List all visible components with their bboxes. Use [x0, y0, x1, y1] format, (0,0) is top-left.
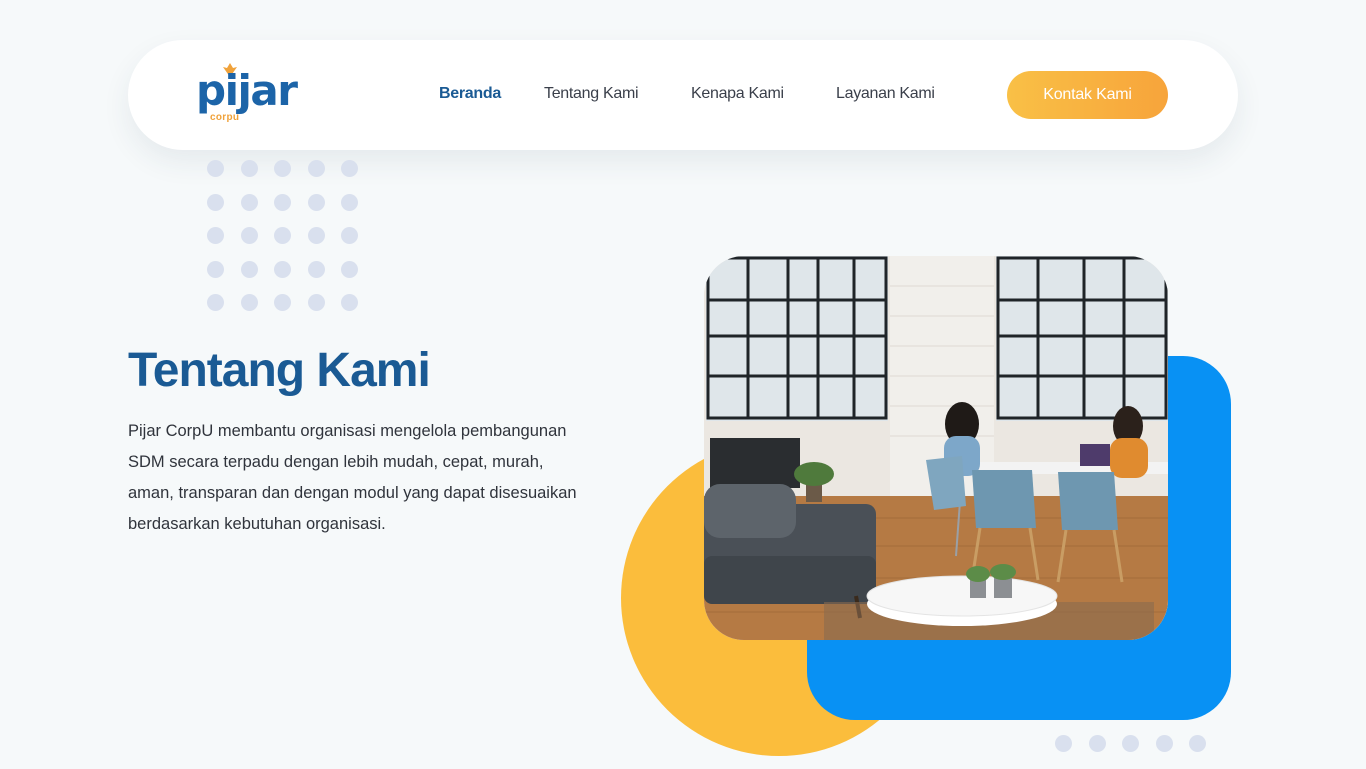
nav-link-tentang-kami[interactable]: Tentang Kami	[544, 85, 639, 103]
decor-dot	[341, 160, 358, 177]
nav-link-beranda[interactable]: Beranda	[439, 85, 501, 103]
decor-dot	[240, 227, 258, 244]
decor-dot	[1122, 735, 1139, 752]
decor-dot	[240, 193, 258, 211]
decor-dot	[307, 160, 325, 177]
decor-dot	[1055, 735, 1072, 752]
nav-link-layanan-kami[interactable]: Layanan Kami	[836, 85, 935, 103]
decor-dot	[207, 227, 224, 244]
decor-dot	[274, 193, 291, 211]
decor-dot	[207, 160, 224, 177]
decor-dot	[274, 227, 291, 244]
dot-row-decoration	[1055, 735, 1207, 753]
decor-dot	[207, 193, 224, 211]
decor-dot	[274, 260, 291, 278]
decor-dot	[341, 193, 358, 211]
decor-dot	[274, 294, 291, 311]
contact-button[interactable]: Kontak Kami	[1007, 71, 1168, 119]
dot-grid-decoration	[207, 160, 359, 312]
decor-dot	[307, 227, 325, 244]
decor-dot	[1088, 735, 1106, 752]
hero-description: Pijar CorpU membantu organisasi mengelol…	[128, 422, 577, 533]
decor-dot	[307, 193, 325, 211]
logo-subtitle: corpu	[210, 112, 240, 123]
decor-dot	[1189, 735, 1206, 752]
decor-dot	[1155, 735, 1173, 752]
decor-dot	[274, 160, 291, 177]
navbar: pijar corpu Beranda Tentang Kami Kenapa …	[128, 40, 1238, 150]
decor-dot	[240, 260, 258, 278]
pijar-logo[interactable]: pijar corpu	[196, 62, 306, 126]
decor-dot	[207, 260, 224, 278]
decor-dot	[240, 294, 258, 311]
decor-dot	[341, 294, 358, 311]
page-title: Tentang Kami	[128, 344, 431, 397]
decor-dot	[240, 160, 258, 177]
decor-dot	[307, 260, 325, 278]
nav-link-kenapa-kami[interactable]: Kenapa Kami	[691, 85, 784, 103]
logo-wordmark: pijar	[196, 66, 298, 115]
decor-dot	[341, 227, 358, 244]
decor-dot	[341, 260, 358, 278]
office-photo	[704, 256, 1168, 640]
decor-dot	[307, 294, 325, 311]
decor-dot	[207, 294, 224, 311]
